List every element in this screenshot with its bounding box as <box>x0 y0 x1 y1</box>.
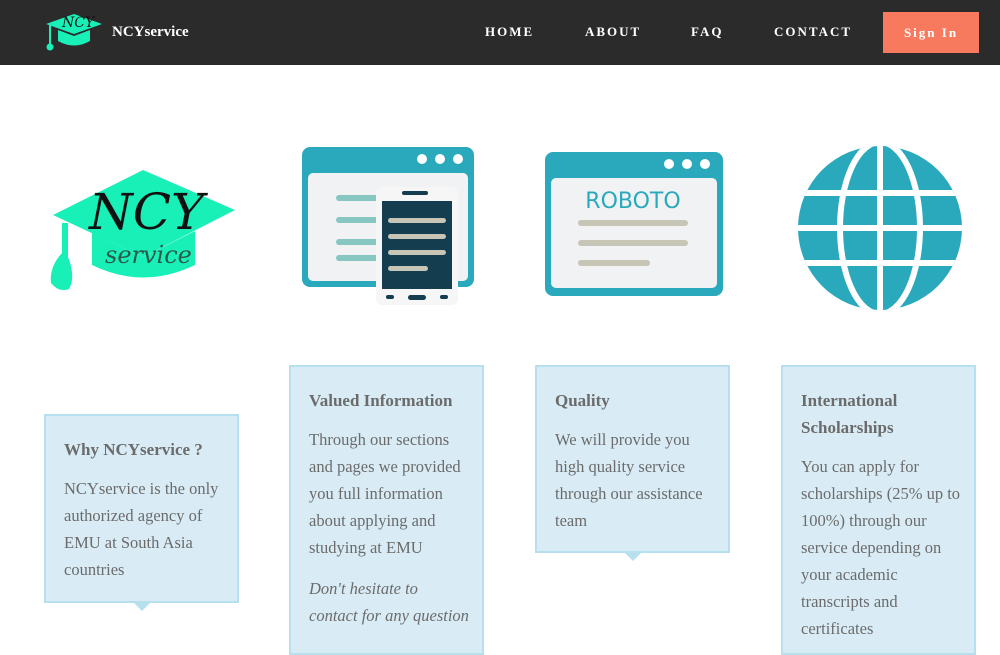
navbar: NCY NCYservice HOME ABOUT FAQ CONTACT Si… <box>0 0 1000 65</box>
nav-about-link[interactable]: ABOUT <box>585 24 641 40</box>
globe-icon <box>798 146 962 310</box>
card-body: We will provide you high quality service… <box>555 430 703 530</box>
ncy-service-logo-icon: NCY service <box>50 170 235 291</box>
brand-name: NCYservice <box>112 23 189 40</box>
card-body: NCYservice is the only authorized agency… <box>64 479 219 579</box>
card-title: Why NCYservice ? <box>64 440 203 459</box>
nav-contact-link[interactable]: CONTACT <box>774 24 852 40</box>
browser-window-quality-icon: ROBOTO <box>545 152 723 296</box>
nav-faq-link[interactable]: FAQ <box>691 24 723 40</box>
card-quality: Quality We will provide you high quality… <box>535 365 730 561</box>
nav-home-link[interactable]: HOME <box>485 24 534 40</box>
graduation-cap-logo-icon: NCY <box>46 14 102 51</box>
svg-text:NCY: NCY <box>61 15 96 31</box>
card-body: You can apply for scholarships (25% up t… <box>801 457 961 638</box>
svg-text:service: service <box>105 241 192 269</box>
card-title: Quality <box>555 391 610 410</box>
brand[interactable]: NCY NCYservice <box>42 10 189 54</box>
card-valued-information: Valued Information Through our sections … <box>289 365 484 655</box>
card-why-ncyservice: Why NCYservice ? NCYservice is the only … <box>44 414 239 611</box>
svg-text:ROBOTO: ROBOTO <box>585 189 680 214</box>
card-title: Valued Information <box>309 391 453 410</box>
card-extra: Don't hesitate to contact for any questi… <box>309 579 469 625</box>
sign-in-button[interactable]: Sign In <box>883 12 979 53</box>
card-title: International Scholarships <box>801 391 898 437</box>
svg-text:NCY: NCY <box>88 183 208 241</box>
card-body: Through our sections and pages we provid… <box>309 430 461 557</box>
mobile-browser-info-icon <box>302 147 474 305</box>
card-tail <box>132 602 151 611</box>
card-international-scholarships: International Scholarships You can apply… <box>781 365 976 655</box>
card-tail <box>623 552 642 561</box>
